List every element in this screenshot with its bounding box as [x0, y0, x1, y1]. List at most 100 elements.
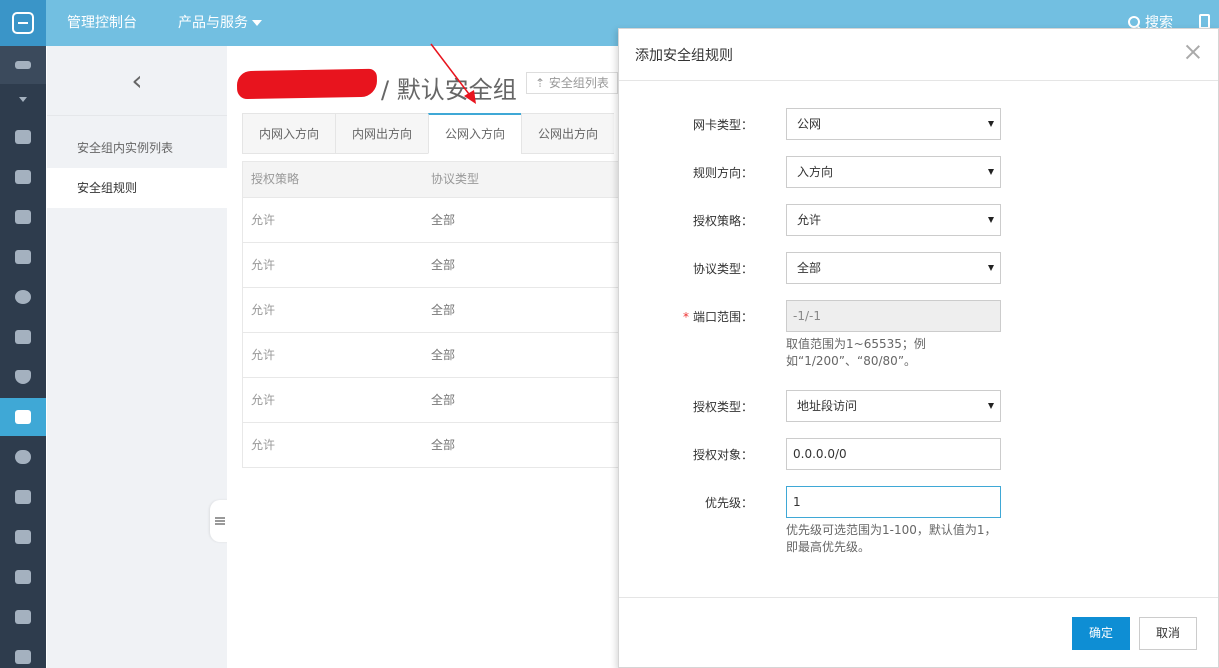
- menu-toggle[interactable]: [0, 46, 46, 84]
- direction-tabs: 内网入方向 内网出方向 公网入方向 公网出方向: [242, 113, 615, 154]
- cloud-icon: [15, 130, 31, 144]
- cell-protocol: 全部: [431, 213, 456, 227]
- cell-policy: 允许: [251, 258, 276, 272]
- icon-sidebar: [0, 46, 46, 668]
- sidebar-item-dns[interactable]: [0, 278, 46, 316]
- console-link[interactable]: 管理控制台: [67, 0, 137, 46]
- storage-icon: [15, 330, 31, 344]
- tab-internet-outbound[interactable]: 公网出方向: [521, 113, 615, 154]
- tab-intranet-inbound[interactable]: 内网入方向: [242, 113, 336, 154]
- redacted-name: [236, 68, 378, 100]
- sidebar-item-database[interactable]: [0, 438, 46, 476]
- priority-help: 优先级可选范围为1-100，默认值为1，即最高优先级。: [786, 523, 997, 554]
- table-row: 允许 全部: [243, 332, 621, 377]
- priority-input[interactable]: 1: [786, 486, 1001, 518]
- monitor-icon: [15, 530, 31, 544]
- table-row: 允许 全部: [243, 242, 621, 287]
- cell-policy: 允许: [251, 348, 276, 362]
- policy-value: 允许: [797, 213, 822, 227]
- cluster-icon: [15, 490, 31, 504]
- auth-type-select[interactable]: 地址段访问: [786, 390, 1001, 422]
- cell-protocol: 全部: [431, 258, 456, 272]
- chevron-down-icon: [252, 20, 262, 26]
- port-range-label-text: 端口范围：: [692, 310, 753, 324]
- shield-icon: [15, 370, 31, 384]
- dialog-header: 添加安全组规则: [619, 29, 1218, 81]
- dashboard-icon: [15, 210, 31, 224]
- auth-object-input[interactable]: 0.0.0.0/0: [786, 438, 1001, 470]
- secondary-sidebar: ‹ 安全组内实例列表 安全组规则: [47, 46, 227, 668]
- rules-table: 授权策略 协议类型 允许 全部 允许 全部 允许 全部 允许 全部 允许 全部 允许 全部: [242, 161, 622, 468]
- sidebar-item-security[interactable]: [0, 358, 46, 396]
- sidebar-item-server[interactable]: [0, 398, 46, 436]
- sidebar-item-broadcast[interactable]: [0, 238, 46, 276]
- direction-value: 入方向: [797, 165, 834, 179]
- sidebar-item-connect[interactable]: [0, 598, 46, 636]
- sidebar-item-cluster[interactable]: [0, 478, 46, 516]
- search-icon: [1128, 16, 1140, 28]
- cell-protocol: 全部: [431, 438, 456, 452]
- products-menu[interactable]: 产品与服务: [178, 0, 262, 46]
- priority-label: 优先级：: [704, 496, 753, 510]
- caret-down-icon: [988, 403, 994, 409]
- chevron-left-icon: ‹: [131, 64, 143, 97]
- sidebar-item-rules[interactable]: 安全组规则: [47, 168, 227, 208]
- expand-toggle[interactable]: [0, 80, 46, 118]
- caret-down-icon: [988, 265, 994, 271]
- port-range-help: 取值范围为1~65535；例如“1/200”、“80/80”。: [786, 337, 926, 368]
- caret-down-icon: [988, 121, 994, 127]
- table-row: 允许 全部: [243, 197, 621, 242]
- tab-intranet-outbound[interactable]: 内网出方向: [335, 113, 429, 154]
- security-group-list-button[interactable]: ⇡ 安全组列表: [526, 72, 618, 94]
- dialog-title: 添加安全组规则: [635, 48, 733, 64]
- menu-icon: [15, 61, 31, 69]
- cancel-button[interactable]: 取消: [1139, 617, 1197, 650]
- sidebar-item-analytics[interactable]: [0, 558, 46, 596]
- sidebar-item-cloud[interactable]: [0, 118, 46, 156]
- logo-icon[interactable]: [0, 0, 46, 46]
- header-protocol: 协议类型: [431, 172, 480, 186]
- analytics-icon: [15, 570, 31, 584]
- required-mark: *: [682, 310, 689, 324]
- nic-type-value: 公网: [797, 117, 822, 131]
- sidebar-item-instances[interactable]: 安全组内实例列表: [47, 128, 227, 168]
- back-button[interactable]: ‹: [47, 46, 227, 116]
- cell-policy: 允许: [251, 213, 276, 227]
- protocol-select[interactable]: 全部: [786, 252, 1001, 284]
- auth-type-label: 授权类型：: [692, 400, 753, 414]
- table-row: 允许 全部: [243, 287, 621, 332]
- cell-policy: 允许: [251, 303, 276, 317]
- confirm-button[interactable]: 确定: [1072, 617, 1130, 650]
- sidebar-item-storage[interactable]: [0, 318, 46, 356]
- cell-protocol: 全部: [431, 393, 456, 407]
- server-icon: [15, 410, 31, 424]
- nic-type-label: 网卡类型：: [692, 118, 753, 132]
- policy-label: 授权策略：: [692, 214, 753, 228]
- cell-policy: 允许: [251, 393, 276, 407]
- protocol-label: 协议类型：: [692, 262, 753, 276]
- tab-internet-inbound[interactable]: 公网入方向: [428, 113, 522, 154]
- add-rule-dialog: 添加安全组规则 网卡类型： 公网 规则方向： 入方向 授权策略： 允许 协议类型…: [618, 28, 1219, 668]
- caret-down-icon: [988, 217, 994, 223]
- sidebar-item-monitor[interactable]: [0, 518, 46, 556]
- document-icon[interactable]: [1199, 14, 1210, 29]
- close-icon[interactable]: [1184, 43, 1202, 61]
- port-range-label: * 端口范围：: [633, 300, 753, 334]
- cell-protocol: 全部: [431, 303, 456, 317]
- table-row: 允许 全部: [243, 377, 621, 422]
- sidebar-item-dashboard[interactable]: [0, 198, 46, 236]
- sidebar-item-cloud-service[interactable]: [0, 638, 46, 668]
- cloud-service-icon: [15, 650, 31, 664]
- products-label: 产品与服务: [178, 15, 248, 31]
- cell-policy: 允许: [251, 438, 276, 452]
- direction-select[interactable]: 入方向: [786, 156, 1001, 188]
- dns-icon: [15, 290, 31, 304]
- port-range-input[interactable]: -1/-1: [786, 300, 1001, 332]
- security-group-list-label: 安全组列表: [548, 76, 609, 90]
- sidebar-item-network[interactable]: [0, 158, 46, 196]
- nic-type-select[interactable]: 公网: [786, 108, 1001, 140]
- broadcast-icon: [15, 250, 31, 264]
- caret-down-icon: [988, 169, 994, 175]
- table-header: 授权策略 协议类型: [243, 162, 621, 197]
- policy-select[interactable]: 允许: [786, 204, 1001, 236]
